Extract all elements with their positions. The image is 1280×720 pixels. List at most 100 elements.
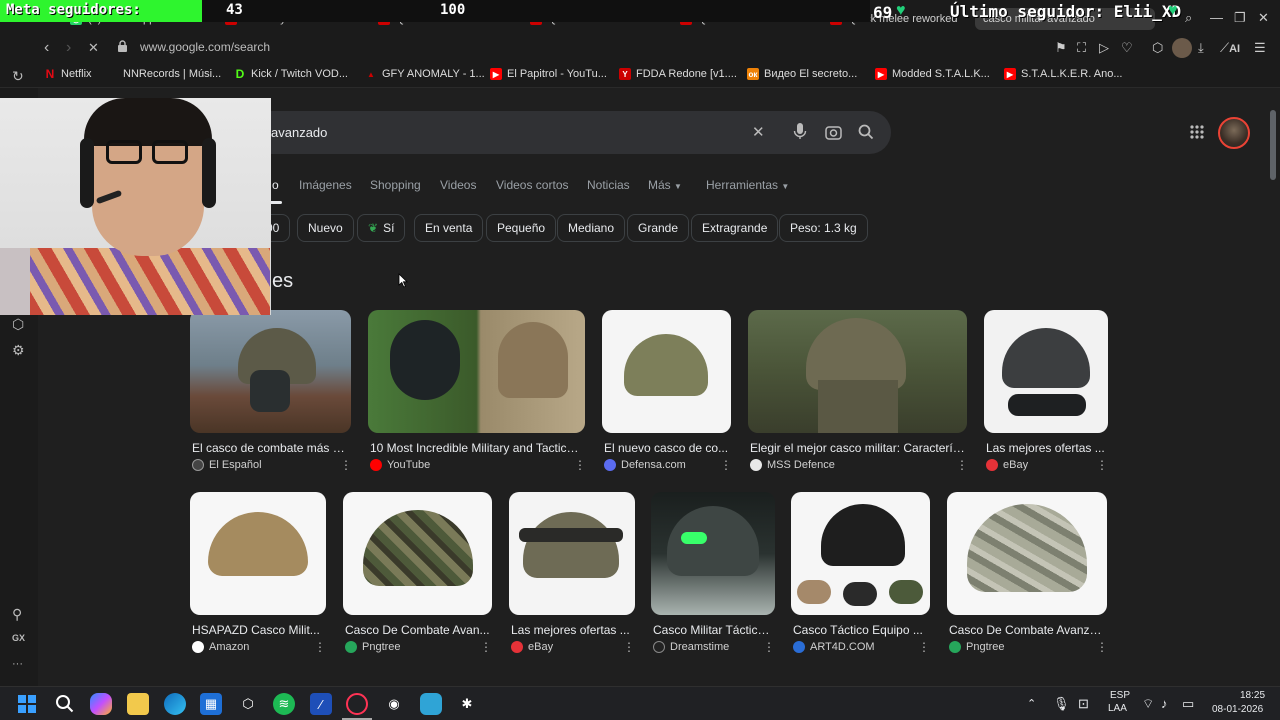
search-input[interactable]: avanzado (271, 125, 327, 140)
result-source[interactable]: YouTube (370, 459, 430, 471)
gx-icon[interactable]: GX (12, 633, 25, 643)
result-title[interactable]: El casco de combate más a... (192, 441, 347, 455)
tab-images[interactable]: Imágenes (299, 178, 352, 192)
download-icon[interactable]: ⤓ (1198, 40, 1204, 56)
result-thumbnail[interactable] (602, 310, 731, 433)
aria-ai-icon[interactable]: ⟋AI (1220, 40, 1240, 56)
clear-icon[interactable]: ✕ (752, 123, 765, 141)
result-title[interactable]: El nuevo casco de co... (604, 441, 729, 455)
account-avatar[interactable] (1218, 117, 1250, 149)
search-tabs-icon[interactable]: ⌕ (1185, 10, 1192, 26)
tab-short-videos[interactable]: Videos cortos (496, 178, 569, 192)
pin-icon[interactable]: ⚑ (1055, 40, 1067, 56)
settings-icon[interactable]: ⚙ (12, 342, 25, 359)
history-icon[interactable]: ↻ (12, 68, 24, 85)
restore-icon[interactable]: ❐ (1234, 10, 1246, 26)
forward-icon[interactable]: › (66, 39, 71, 57)
tab-all[interactable]: o (272, 178, 279, 192)
menu-icon[interactable]: ☰ (1254, 40, 1266, 56)
bookmark-stalker-anomaly[interactable]: ▶ S.T.A.L.K.E.R. Ano... (1004, 68, 1123, 80)
result-title[interactable]: Elegir el mejor casco militar: Caracterí… (750, 441, 965, 455)
result-title[interactable]: Casco De Combate Avan... (345, 623, 490, 637)
chip-weight[interactable]: Peso: 1.3 kg (779, 214, 868, 242)
chip-small[interactable]: Pequeño (486, 214, 557, 242)
chip-yes[interactable]: ❦ Sí (357, 214, 406, 242)
language-bottom[interactable]: LAA (1108, 703, 1127, 714)
language-top[interactable]: ESP (1110, 690, 1130, 701)
result-title[interactable]: Las mejores ofertas ... (511, 623, 633, 637)
lens-camera-icon[interactable] (825, 124, 842, 141)
more-icon[interactable]: ··· (12, 658, 23, 670)
more-options-icon[interactable]: ⋮ (1096, 640, 1108, 654)
chip-large[interactable]: Grande (627, 214, 690, 242)
result-source[interactable]: eBay (511, 641, 553, 653)
result-source[interactable]: eBay (986, 459, 1028, 471)
profile-avatar[interactable] (1172, 38, 1192, 58)
bookmark-netflix[interactable]: N Netflix (44, 67, 92, 81)
tab-videos[interactable]: Videos (440, 178, 476, 192)
lock-icon[interactable] (117, 40, 128, 53)
obs-icon[interactable]: ◉ (383, 693, 405, 715)
result-source[interactable]: Amazon (192, 641, 249, 653)
messaging-icon[interactable] (420, 693, 442, 715)
more-options-icon[interactable]: ⋮ (314, 640, 326, 654)
more-options-icon[interactable]: ⋮ (1096, 458, 1108, 472)
tab-tools[interactable]: Herramientas ▼ (706, 178, 789, 192)
result-title[interactable]: 10 Most Incredible Military and Tactical… (370, 441, 585, 455)
chip-extra-large[interactable]: Extragrande (691, 214, 779, 242)
opera-gx-icon[interactable] (346, 693, 368, 715)
spotify-icon[interactable]: ≋ (273, 693, 295, 715)
more-options-icon[interactable]: ⋮ (480, 640, 492, 654)
bookmark-fdda[interactable]: Y FDDA Redone [v1.... (619, 68, 737, 80)
result-title[interactable]: Casco Táctico Equipo ... (793, 623, 928, 637)
game-icon[interactable]: ✱ (456, 693, 478, 715)
result-source[interactable]: ART4D.COM (793, 641, 875, 653)
more-options-icon[interactable]: ⋮ (574, 458, 586, 472)
google-apps-icon[interactable] (1189, 124, 1205, 140)
bookmark-modded-stalker[interactable]: ▶ Modded S.T.A.L.K... (875, 68, 990, 80)
result-source[interactable]: Dreamstime (653, 641, 729, 653)
url-field[interactable]: www.google.com/search (140, 40, 270, 54)
chip-medium[interactable]: Mediano (557, 214, 626, 242)
taskbar-search-icon[interactable] (55, 694, 74, 713)
copilot-icon[interactable] (90, 693, 112, 715)
search-icon[interactable] (858, 124, 874, 140)
more-options-icon[interactable]: ⋮ (956, 458, 968, 472)
tab-more[interactable]: Más ▼ (648, 178, 682, 192)
tray-overflow-icon[interactable]: ⌃ (1027, 697, 1036, 710)
result-thumbnail[interactable] (651, 492, 775, 615)
microphone-icon[interactable] (793, 123, 807, 140)
volume-icon[interactable]: ♪ (1161, 696, 1168, 711)
result-source[interactable]: Defensa.com (604, 459, 686, 471)
steam-like-icon[interactable]: ⬡ (237, 693, 259, 715)
result-source[interactable]: MSS Defence (750, 459, 835, 471)
microphone-tray-icon[interactable]: 🎙 (1053, 696, 1070, 712)
bookmark-nnrecords[interactable]: NNRecords | Músi... (123, 68, 221, 80)
wifi-icon[interactable]: ⌔ (1142, 696, 1154, 712)
file-explorer-icon[interactable] (127, 693, 149, 715)
result-thumbnail[interactable] (190, 492, 326, 615)
windows-start-icon[interactable] (18, 695, 36, 713)
result-thumbnail[interactable] (190, 310, 351, 433)
result-title[interactable]: Casco Militar Táctico... (653, 623, 773, 637)
bookmark-el-papitrol[interactable]: ▶ El Papitrol - YouTu... (490, 68, 607, 80)
extensions-icon[interactable]: ⬡ (1152, 40, 1163, 56)
page-scrollbar[interactable] (1270, 110, 1276, 180)
store-icon[interactable]: ▦ (200, 693, 222, 715)
result-thumbnail[interactable] (343, 492, 492, 615)
stop-loading-icon[interactable]: ✕ (88, 40, 99, 56)
more-options-icon[interactable]: ⋮ (623, 640, 635, 654)
battery-icon[interactable]: ▭ (1182, 696, 1194, 712)
result-source[interactable]: Pngtree (345, 641, 401, 653)
result-thumbnail[interactable] (984, 310, 1108, 433)
edge-icon[interactable] (164, 693, 186, 715)
minimize-icon[interactable]: — (1210, 10, 1223, 25)
result-title[interactable]: HSAPAZD Casco Milit... (192, 623, 324, 637)
result-thumbnail[interactable] (748, 310, 967, 433)
chip-on-sale[interactable]: En venta (414, 214, 484, 242)
tab-news[interactable]: Noticias (587, 178, 630, 192)
more-options-icon[interactable]: ⋮ (918, 640, 930, 654)
result-thumbnail[interactable] (947, 492, 1107, 615)
pin-sidebar-icon[interactable]: ⚲ (12, 606, 22, 623)
notification-tray-icon[interactable]: ⊡ (1078, 696, 1089, 712)
